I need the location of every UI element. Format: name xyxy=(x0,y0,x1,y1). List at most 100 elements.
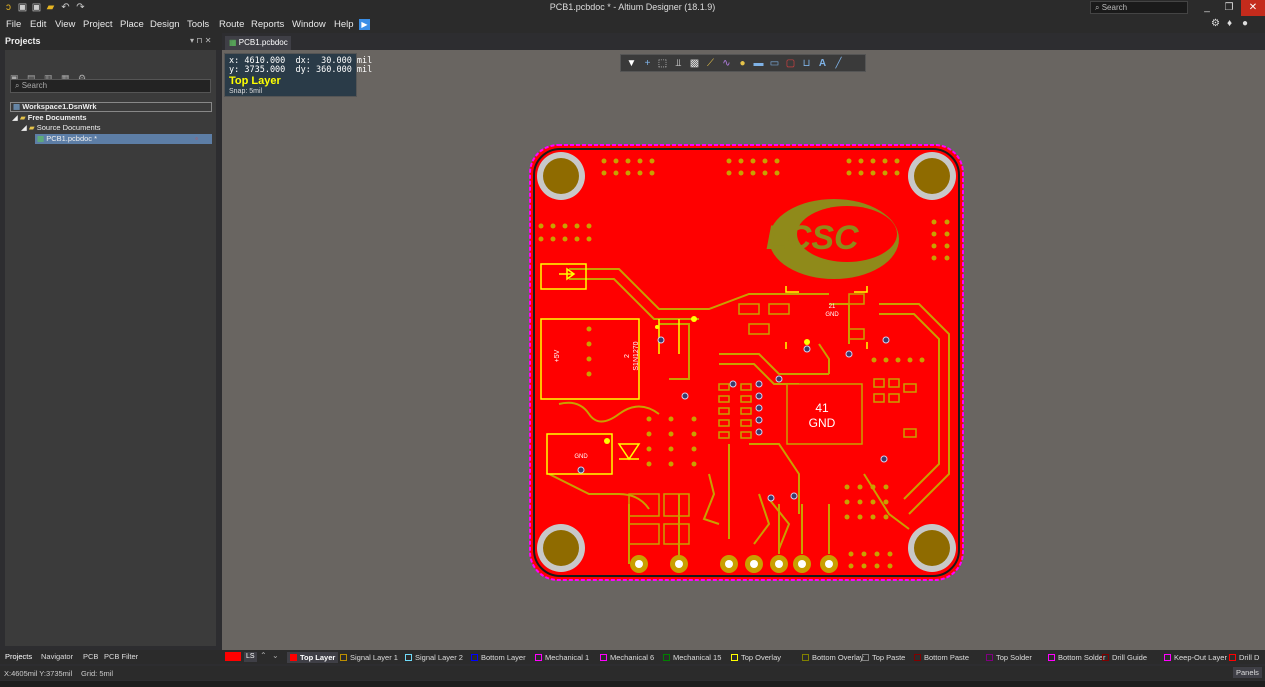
layer-set-button[interactable]: LS xyxy=(244,652,257,662)
mounting-hole-bl xyxy=(537,524,585,572)
menu-tools[interactable]: Tools xyxy=(187,17,209,32)
text-icon[interactable]: A xyxy=(816,57,829,70)
layer-color-swatch xyxy=(802,654,809,661)
panel-tab-bar: Projects Navigator PCB PCB Filter xyxy=(0,650,222,664)
heads-up-display: x: 4610.000 dx: 30.000 mil y: 3735.000 d… xyxy=(224,53,372,97)
project-search-input[interactable]: ⌕ Search xyxy=(10,79,211,93)
close-button[interactable]: ✕ xyxy=(1241,0,1265,16)
pcb-document-icon: ▦ xyxy=(229,38,237,47)
menu-bar: File Edit View Project Place Design Tool… xyxy=(0,16,1265,33)
layer-color-swatch xyxy=(731,654,738,661)
line-icon[interactable]: ╱ xyxy=(832,57,845,70)
settings-gear-icon[interactable]: ⚙ xyxy=(1211,18,1220,29)
bottom-edge xyxy=(0,681,1265,687)
keepout-icon[interactable]: ▢ xyxy=(784,57,797,70)
layer-tab-label: Top Overlay xyxy=(741,653,782,662)
layer-tab-mechanical-15[interactable]: Mechanical 15 xyxy=(663,652,721,663)
via-icon[interactable]: ● xyxy=(736,57,749,70)
layer-tab-top-solder[interactable]: Top Solder xyxy=(986,652,1032,663)
projects-panel-header: Projects ▾ ⊓ ✕ xyxy=(0,33,222,50)
component-label-gnd: GND xyxy=(574,454,588,460)
expand-arrow-icon: ◢ xyxy=(21,123,27,132)
layer-tab-mechanical-6[interactable]: Mechanical 6 xyxy=(600,652,654,663)
diff-pair-icon[interactable]: ∿ xyxy=(720,57,733,70)
tree-pcb-document[interactable]: ▦ PCB1.pcbdoc * ◦ xyxy=(35,134,212,144)
mounting-hole-tr xyxy=(908,152,956,200)
layer-tab-mechanical-1[interactable]: Mechanical 1 xyxy=(535,652,589,663)
panel-controls[interactable]: ▾ ⊓ ✕ xyxy=(190,36,211,45)
status-bar: X:4605mil Y:3735mil Grid: 5mil Panels xyxy=(0,666,1265,680)
cross-select-icon[interactable]: + xyxy=(641,57,654,70)
tab-navigator[interactable]: Navigator xyxy=(41,652,73,661)
layer-tab-drill-d[interactable]: Drill D xyxy=(1229,652,1259,663)
fill-icon[interactable]: ▬ xyxy=(752,57,765,70)
layer-tab-bottom-paste[interactable]: Bottom Paste xyxy=(914,652,969,663)
user-account-icon[interactable]: ● xyxy=(1242,18,1248,29)
tree-source-documents[interactable]: ◢ ▰ Source Documents xyxy=(21,123,101,133)
status-grid: Grid: 5mil xyxy=(81,669,114,678)
menu-file[interactable]: File xyxy=(6,17,21,32)
layer-tab-label: Mechanical 15 xyxy=(673,653,722,662)
polygon-icon[interactable]: ▭ xyxy=(768,57,781,70)
layer-tab-signal-layer-1[interactable]: Signal Layer 1 xyxy=(340,652,398,663)
tab-projects[interactable]: Projects xyxy=(5,652,32,661)
layer-tab-signal-layer-2[interactable]: Signal Layer 2 xyxy=(405,652,463,663)
restore-button[interactable]: ❐ xyxy=(1216,0,1242,16)
align-icon[interactable]: ⫫ xyxy=(672,57,685,70)
layer-tab-bottom-overlay[interactable]: Bottom Overlay xyxy=(802,652,864,663)
panels-button[interactable]: Panels xyxy=(1233,667,1262,678)
layer-color-swatch xyxy=(405,654,412,661)
dimension-icon[interactable]: ⊔ xyxy=(800,57,813,70)
active-bar-toolbar: ▼ + ⬚ ⫫ ▩ ⟋ ∿ ● ▬ ▭ ▢ ⊔ A ╱ xyxy=(620,54,866,72)
play-icon[interactable]: ▶ xyxy=(359,19,370,30)
pad-label-number: 21 xyxy=(829,304,836,310)
layer-tab-label: Mechanical 1 xyxy=(545,653,590,662)
hud-snap: Snap: 5mil xyxy=(229,88,263,95)
layer-tab-label: Drill Guide xyxy=(1112,653,1148,662)
search-icon: ⌕ xyxy=(15,81,20,90)
layer-tab-label: Bottom Overlay xyxy=(812,653,864,662)
folder-icon: ▰ xyxy=(28,123,35,132)
notifications-bell-icon[interactable]: ♦ xyxy=(1227,18,1232,29)
route-icon[interactable]: ⟋ xyxy=(704,57,717,70)
layer-tab-top-overlay[interactable]: Top Overlay xyxy=(731,652,781,663)
layer-tab-keep-out-layer[interactable]: Keep-Out Layer xyxy=(1164,652,1227,663)
layer-color-swatch xyxy=(290,654,297,661)
filter-icon[interactable]: ▼ xyxy=(625,57,638,70)
workspace-icon: ▦ xyxy=(13,102,21,111)
select-rectangle-icon[interactable]: ⬚ xyxy=(656,57,669,70)
layer-tab-bottom-layer[interactable]: Bottom Layer xyxy=(471,652,526,663)
tree-free-documents[interactable]: ◢ ▰ Free Documents xyxy=(12,113,87,123)
layer-tab-bottom-solder[interactable]: Bottom Solder xyxy=(1048,652,1106,663)
menu-place[interactable]: Place xyxy=(120,17,144,32)
layer-scroll-down-icon[interactable]: ⌄ xyxy=(272,651,279,660)
layer-color-swatch xyxy=(471,654,478,661)
menu-route[interactable]: Route xyxy=(219,17,244,32)
menu-design[interactable]: Design xyxy=(150,17,180,32)
layer-color-swatch xyxy=(986,654,993,661)
menu-project[interactable]: Project xyxy=(83,17,113,32)
layer-tab-drill-guide[interactable]: Drill Guide xyxy=(1102,652,1147,663)
layer-color-swatch xyxy=(1229,654,1236,661)
tree-workspace[interactable]: ▦ Workspace1.DsnWrk xyxy=(10,102,212,112)
menu-edit[interactable]: Edit xyxy=(30,17,46,32)
layer-tab-label: Bottom Solder xyxy=(1058,653,1106,662)
tab-pcb[interactable]: PCB xyxy=(83,652,98,661)
component-label-5v: +5V xyxy=(554,349,561,362)
layer-tab-label: Drill D xyxy=(1239,653,1260,662)
global-search-input[interactable]: ⌕ Search xyxy=(1090,1,1188,14)
menu-reports[interactable]: Reports xyxy=(251,17,284,32)
menu-view[interactable]: View xyxy=(55,17,75,32)
tab-pcb1[interactable]: ▦ PCB1.pcbdoc * xyxy=(225,36,291,61)
menu-window[interactable]: Window xyxy=(292,17,326,32)
pcb-board[interactable]: LCSC 41 GND 21 GND +5V 2 S1N1270 GND xyxy=(529,144,965,582)
modified-indicator-icon: ◦ xyxy=(195,134,198,143)
layer-tab-top-paste[interactable]: Top Paste xyxy=(862,652,905,663)
layer-scroll-up-icon[interactable]: ⌃ xyxy=(260,651,267,660)
tab-pcb-filter[interactable]: PCB Filter xyxy=(104,652,138,661)
layer-tab-label: Signal Layer 1 xyxy=(350,653,398,662)
layer-tab-top-layer[interactable]: Top Layer xyxy=(287,652,339,663)
component-icon[interactable]: ▩ xyxy=(688,57,701,70)
layer-tab-label: Top Paste xyxy=(872,653,906,662)
menu-help[interactable]: Help xyxy=(334,17,354,32)
